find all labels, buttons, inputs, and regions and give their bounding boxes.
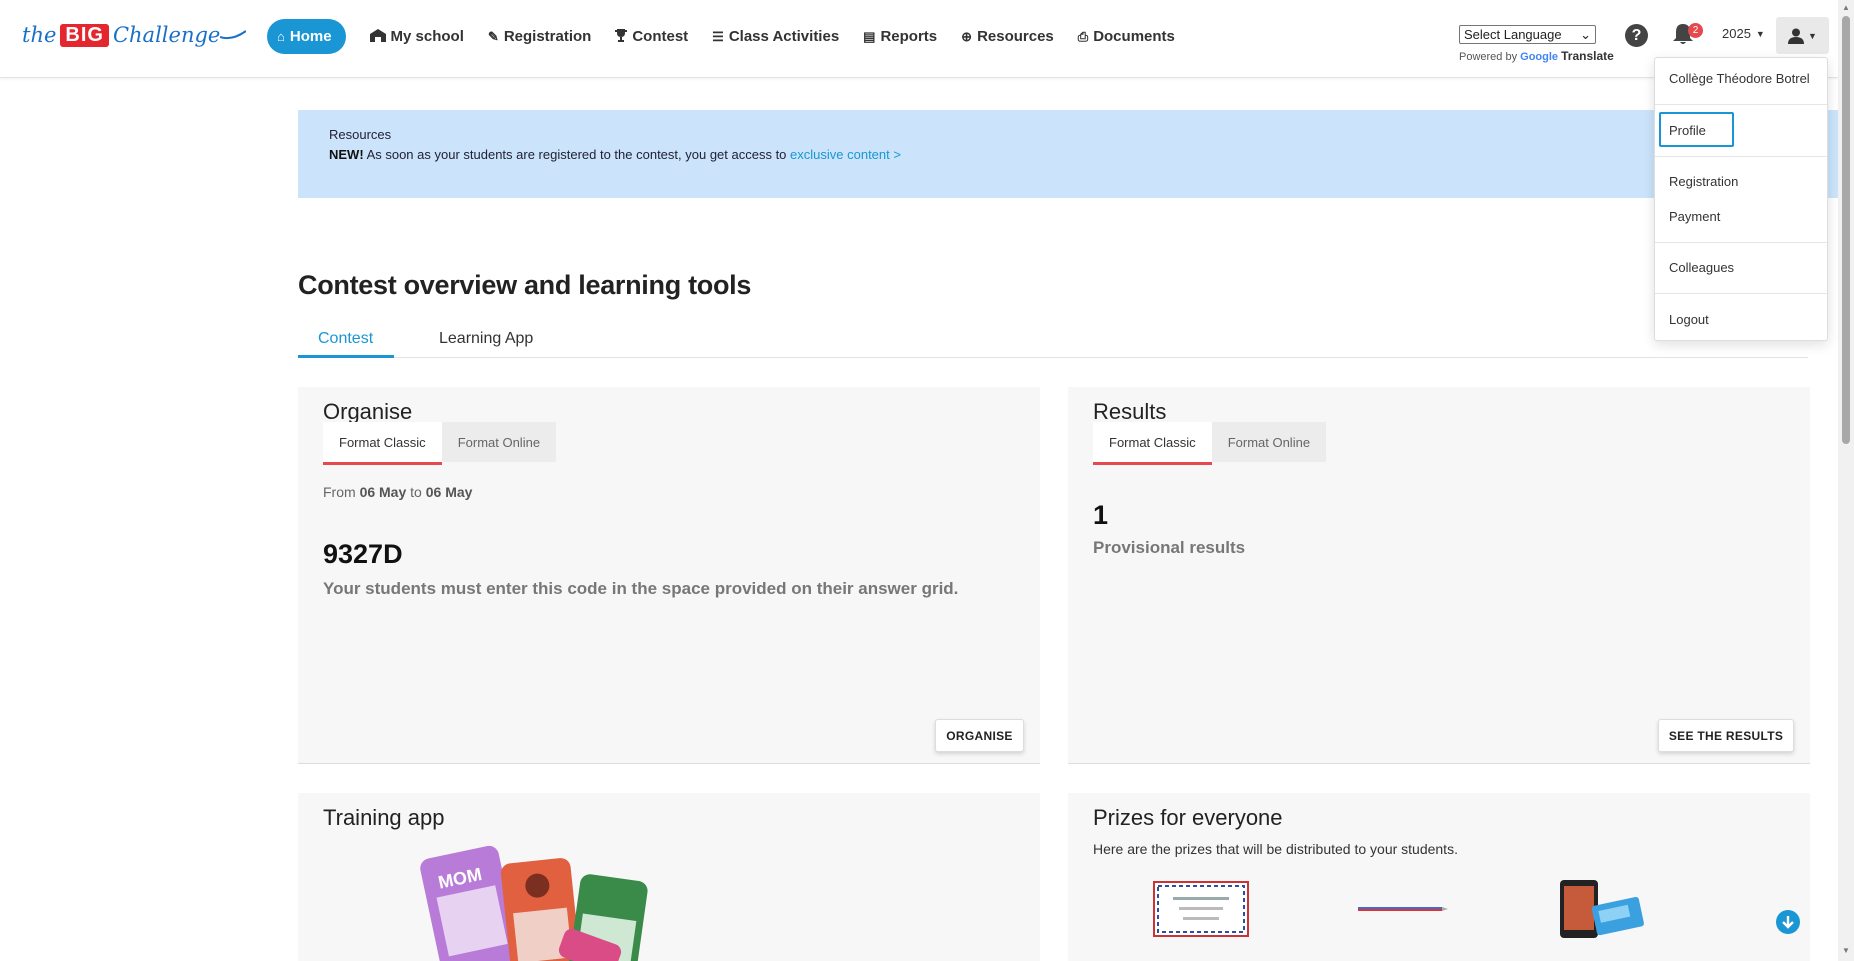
- nav-resources[interactable]: ⊕ Resources: [949, 19, 1066, 54]
- page-title: Contest overview and learning tools: [298, 270, 752, 300]
- user-menu-button[interactable]: ▼: [1776, 17, 1829, 54]
- caret-down-icon: ▼: [1808, 30, 1817, 41]
- see-results-button[interactable]: SEE THE RESULTS: [1658, 719, 1794, 752]
- subtab-format-classic[interactable]: Format Classic: [323, 422, 442, 465]
- nav-reports[interactable]: ▤ Reports: [851, 19, 949, 54]
- banner-body: As soon as your students are registered …: [363, 147, 791, 162]
- divider: [1655, 156, 1827, 157]
- contest-code-note: Your students must enter this code in th…: [323, 579, 959, 598]
- subtab-format-online[interactable]: Format Online: [441, 422, 557, 462]
- arrow-down-icon: [1782, 916, 1794, 929]
- caret-down-icon: ▼: [1755, 28, 1765, 39]
- main-tabs: Contest Learning App: [298, 324, 1808, 358]
- file-icon: ▤: [863, 28, 876, 44]
- nav-registration[interactable]: ✎ Registration: [476, 19, 603, 54]
- training-app-phones-image: MOM: [420, 845, 648, 961]
- scroll-down-button[interactable]: [1776, 910, 1800, 934]
- resources-banner: Resources NEW! As soon as your students …: [298, 110, 1850, 198]
- list-icon: ☰: [712, 28, 724, 44]
- edit-icon: ✎: [487, 28, 499, 44]
- tab-contest[interactable]: Contest: [318, 330, 373, 348]
- nav-label: Reports: [880, 28, 938, 45]
- banner-title: Resources: [329, 127, 392, 142]
- contest-dates: From 06 May to 06 May: [323, 484, 473, 500]
- dropdown-payment[interactable]: Payment: [1669, 209, 1720, 224]
- results-label: Provisional results: [1093, 538, 1246, 557]
- notification-badge: 2: [1688, 23, 1703, 38]
- results-count: 1: [1093, 500, 1109, 530]
- trophy-icon: [615, 28, 628, 45]
- prizes-description: Here are the prizes that will be distrib…: [1093, 841, 1458, 857]
- language-selector: Select Language ⌄ Powered by Google Tran…: [1459, 25, 1614, 63]
- chevron-down-icon: ⌄: [1580, 26, 1591, 42]
- globe-icon: ⊕: [961, 28, 973, 44]
- dropdown-registration[interactable]: Registration: [1669, 174, 1738, 189]
- logo-text-big: BIG: [60, 23, 109, 47]
- tab-learning-app[interactable]: Learning App: [439, 330, 533, 348]
- year-value: 2025: [1722, 26, 1751, 41]
- google-logo: Google: [1520, 51, 1559, 63]
- card-title: Prizes for everyone: [1093, 805, 1283, 830]
- nav-contest[interactable]: Contest: [603, 19, 700, 54]
- home-icon: ⌂: [277, 29, 285, 44]
- dropdown-logout[interactable]: Logout: [1669, 312, 1709, 327]
- year-selector[interactable]: 2025 ▼: [1722, 26, 1765, 41]
- tablet-prize-image: [1560, 880, 1644, 938]
- nav-label: Contest: [632, 28, 689, 45]
- translate-text: Translate: [1561, 49, 1614, 63]
- help-icon[interactable]: ?: [1625, 24, 1648, 47]
- language-select[interactable]: Select Language ⌄: [1459, 25, 1596, 44]
- powered-by-google-translate: Powered by Google Translate: [1459, 49, 1614, 63]
- subtab-format-classic[interactable]: Format Classic: [1093, 422, 1212, 465]
- divider: [1655, 104, 1827, 105]
- divider: [1655, 293, 1827, 294]
- pencil-image: [1358, 907, 1448, 911]
- nav-label: Documents: [1093, 28, 1175, 45]
- results-card: Results Format Classic Format Online 1 P…: [1068, 387, 1810, 764]
- organise-button[interactable]: ORGANISE: [935, 719, 1024, 752]
- pdf-icon: ⎙: [1077, 28, 1089, 44]
- scroll-down-icon[interactable]: ▼: [1842, 946, 1850, 955]
- exclusive-content-link[interactable]: exclusive content >: [790, 147, 901, 162]
- nav-my-school[interactable]: My school: [358, 19, 476, 54]
- organise-card: Organise Format Classic Format Online Fr…: [298, 387, 1040, 764]
- dropdown-colleagues[interactable]: Colleagues: [1669, 260, 1734, 275]
- card-title: Training app: [323, 805, 445, 830]
- nav-label: Resources: [977, 28, 1054, 45]
- prizes-card: Prizes for everyone Here are the prizes …: [1068, 793, 1810, 961]
- nav-home[interactable]: ⌂ Home: [267, 19, 346, 54]
- training-app-card: Training app MOM: [298, 793, 1040, 961]
- logo-text-challenge: Challenge: [112, 23, 221, 47]
- top-navbar: the BIG Challenge ⌂ Home My school ✎ Reg…: [0, 0, 1838, 78]
- powered-by-text: Powered by: [1459, 51, 1518, 63]
- banner-text: NEW! As soon as your students are regist…: [329, 147, 901, 162]
- banner-new-label: NEW!: [329, 147, 364, 162]
- logo-swoosh-icon: [220, 30, 247, 40]
- nav-label: Registration: [503, 28, 592, 45]
- subtab-format-online[interactable]: Format Online: [1211, 422, 1327, 462]
- scrollbar-thumb[interactable]: [1842, 16, 1850, 444]
- language-select-value: Select Language: [1464, 27, 1562, 42]
- contest-code: 9327D: [323, 539, 403, 569]
- nav-label: Home: [289, 28, 332, 45]
- page-scrollbar[interactable]: ▲ ▼: [1838, 0, 1854, 961]
- dropdown-profile[interactable]: Profile: [1669, 123, 1706, 138]
- scroll-up-icon[interactable]: ▲: [1842, 3, 1850, 12]
- nav-label: My school: [390, 28, 464, 45]
- big-challenge-logo[interactable]: the BIG Challenge: [22, 18, 247, 52]
- nav-class-activities[interactable]: ☰ Class Activities: [700, 19, 851, 54]
- logo-text-the: the: [22, 23, 57, 47]
- results-subtabs: Format Classic Format Online: [1093, 422, 1327, 465]
- active-tab-indicator: [298, 355, 394, 358]
- certificate-image: [1153, 881, 1249, 937]
- divider: [1655, 242, 1827, 243]
- nav-label: Class Activities: [728, 28, 840, 45]
- main-nav: ⌂ Home My school ✎ Registration Contest …: [267, 19, 1187, 54]
- school-icon: [369, 28, 386, 45]
- nav-documents[interactable]: ⎙ Documents: [1066, 19, 1187, 54]
- dropdown-school-name[interactable]: Collège Théodore Botrel: [1669, 71, 1810, 86]
- organise-subtabs: Format Classic Format Online: [323, 422, 557, 465]
- user-dropdown-menu: Collège Théodore Botrel Profile Registra…: [1654, 57, 1828, 341]
- user-icon: [1788, 28, 1805, 44]
